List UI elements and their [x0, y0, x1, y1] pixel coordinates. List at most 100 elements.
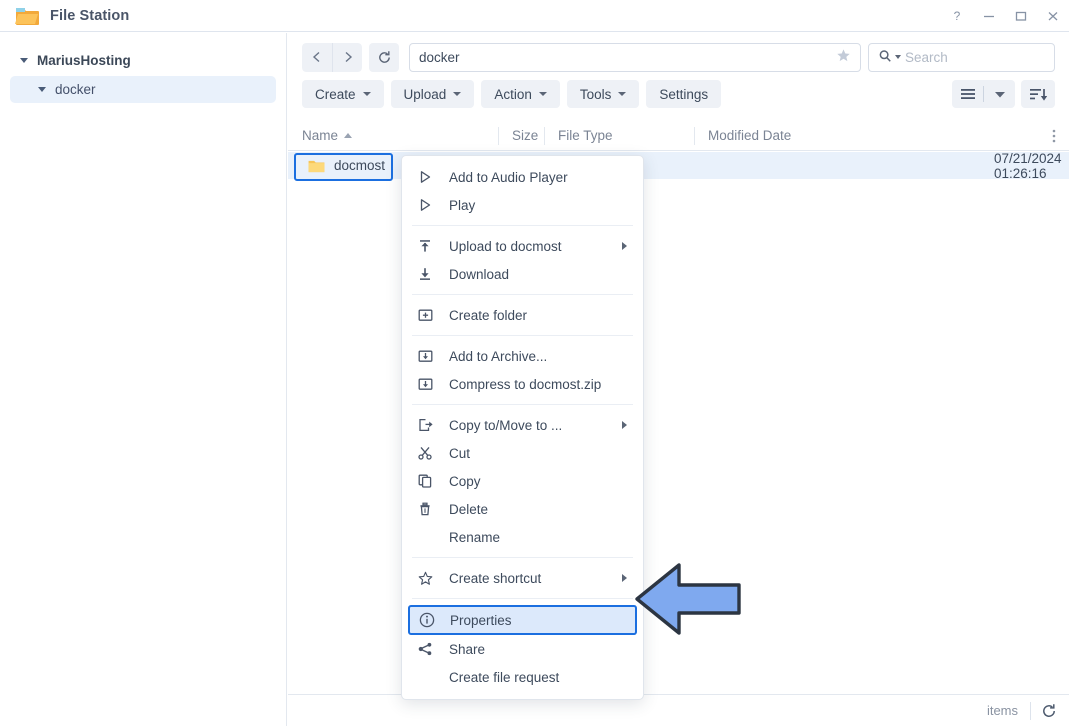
menu-item-add-to-audio-player[interactable]: Add to Audio Player: [402, 163, 643, 191]
file-station-window: File Station ? MariusHosting docker dock…: [0, 0, 1069, 726]
menu-separator: [412, 598, 633, 599]
file-modified-date: 07/21/2024 01:26:16: [994, 150, 1062, 181]
share-icon: [418, 642, 440, 656]
back-button[interactable]: [302, 42, 332, 72]
menu-item-create-file-request[interactable]: Create file request: [402, 663, 643, 691]
menu-item-label: Create shortcut: [449, 570, 542, 586]
archive-icon: [418, 377, 440, 391]
menu-item-upload-to-docmost[interactable]: Upload to docmost: [402, 232, 643, 260]
column-header-label: Name: [302, 128, 339, 143]
window-controls: ?: [941, 0, 1069, 32]
menu-separator: [412, 225, 633, 226]
sidebar-item-label: MariusHosting: [37, 53, 131, 68]
column-header-file-type[interactable]: File Type: [544, 121, 694, 151]
column-header-modified-date[interactable]: Modified Date: [694, 121, 1034, 151]
column-header-name[interactable]: Name: [288, 121, 498, 151]
divider: [1030, 701, 1031, 720]
menu-item-label: Add to Archive...: [449, 348, 548, 364]
help-button[interactable]: ?: [941, 0, 973, 32]
menu-item-label: Download: [449, 266, 510, 282]
view-controls: [952, 80, 1055, 108]
maximize-button[interactable]: [1005, 0, 1037, 32]
back-forward-group: [302, 42, 362, 72]
menu-item-share[interactable]: Share: [402, 635, 643, 663]
sidebar-item-mariushosting[interactable]: MariusHosting: [10, 47, 276, 74]
kebab-menu-icon[interactable]: [1049, 128, 1059, 144]
close-button[interactable]: [1037, 0, 1069, 32]
chevron-down-icon: [538, 92, 547, 96]
refresh-button[interactable]: [369, 42, 399, 72]
folder-icon: [308, 159, 325, 173]
list-view-icon[interactable]: [952, 80, 983, 108]
menu-item-label: Play: [449, 197, 476, 213]
navigation-bar: docker Search: [288, 33, 1069, 73]
menu-item-label: Compress to docmost.zip: [449, 376, 602, 392]
menu-item-label: Delete: [449, 501, 489, 517]
menu-item-label: Share: [449, 641, 486, 657]
star-outline-icon: [418, 571, 440, 586]
chevron-down-icon[interactable]: [18, 55, 30, 67]
menu-item-label: Upload to docmost: [449, 238, 562, 254]
menu-item-label: Copy to/Move to ...: [449, 417, 563, 433]
menu-item-label: Add to Audio Player: [449, 169, 568, 185]
column-header-size[interactable]: Size: [498, 121, 544, 151]
sidebar-item-docker[interactable]: docker: [10, 76, 276, 103]
chevron-down-icon[interactable]: [984, 80, 1015, 108]
app-folder-icon: [14, 5, 40, 27]
menu-separator: [412, 294, 633, 295]
view-mode-group: [952, 80, 1015, 108]
menu-item-label: Copy: [449, 473, 481, 489]
menu-item-copy[interactable]: Copy: [402, 467, 643, 495]
chevron-down-icon[interactable]: [36, 84, 48, 96]
path-input[interactable]: docker: [409, 42, 861, 72]
trash-icon: [418, 502, 440, 516]
svg-text:?: ?: [954, 9, 961, 23]
menu-item-create-folder[interactable]: Create folder: [402, 301, 643, 329]
chevron-down-icon: [618, 92, 627, 96]
action-button[interactable]: Action: [481, 80, 560, 108]
upload-button[interactable]: Upload: [390, 80, 475, 108]
menu-item-copy-to-move-to[interactable]: Copy to/Move to ...: [402, 411, 643, 439]
new-folder-icon: [418, 308, 440, 322]
submenu-arrow-icon: [622, 421, 627, 429]
sort-descending-icon[interactable]: [1021, 80, 1055, 108]
menu-separator: [412, 404, 633, 405]
menu-item-create-shortcut[interactable]: Create shortcut: [402, 564, 643, 592]
sidebar: MariusHosting docker: [0, 33, 287, 726]
settings-button[interactable]: Settings: [646, 80, 722, 108]
search-icon[interactable]: [878, 49, 892, 66]
menu-item-label: Properties: [450, 612, 512, 628]
upload-icon: [418, 239, 440, 253]
minimize-button[interactable]: [973, 0, 1005, 32]
info-icon: [419, 612, 441, 628]
menu-item-download[interactable]: Download: [402, 260, 643, 288]
refresh-icon[interactable]: [1041, 703, 1057, 719]
tools-button[interactable]: Tools: [566, 80, 640, 108]
menu-item-cut[interactable]: Cut: [402, 439, 643, 467]
chevron-down-icon: [362, 92, 371, 96]
menu-item-properties[interactable]: Properties: [408, 605, 637, 635]
menu-item-compress-to-zip[interactable]: Compress to docmost.zip: [402, 370, 643, 398]
menu-item-label: Rename: [449, 529, 501, 545]
column-header-label: Size: [512, 128, 539, 143]
create-button[interactable]: Create: [302, 80, 384, 108]
search-placeholder: Search: [905, 49, 948, 65]
menu-separator: [412, 335, 633, 336]
star-icon[interactable]: [836, 48, 851, 67]
menu-item-rename[interactable]: Rename: [402, 523, 643, 551]
menu-item-add-to-archive[interactable]: Add to Archive...: [402, 342, 643, 370]
sidebar-item-label: docker: [55, 82, 96, 97]
title-bar: File Station ?: [0, 0, 1069, 32]
menu-item-delete[interactable]: Delete: [402, 495, 643, 523]
search-dropdown-caret-icon[interactable]: [895, 55, 901, 59]
action-button-label: Action: [494, 86, 532, 102]
search-input[interactable]: Search: [868, 42, 1055, 72]
copy-icon: [418, 474, 440, 488]
menu-item-play[interactable]: Play: [402, 191, 643, 219]
forward-button[interactable]: [332, 42, 362, 72]
menu-item-label: Create file request: [449, 669, 560, 685]
create-button-label: Create: [315, 86, 356, 102]
window-title: File Station: [50, 7, 130, 24]
submenu-arrow-icon: [622, 242, 627, 250]
menu-separator: [412, 557, 633, 558]
